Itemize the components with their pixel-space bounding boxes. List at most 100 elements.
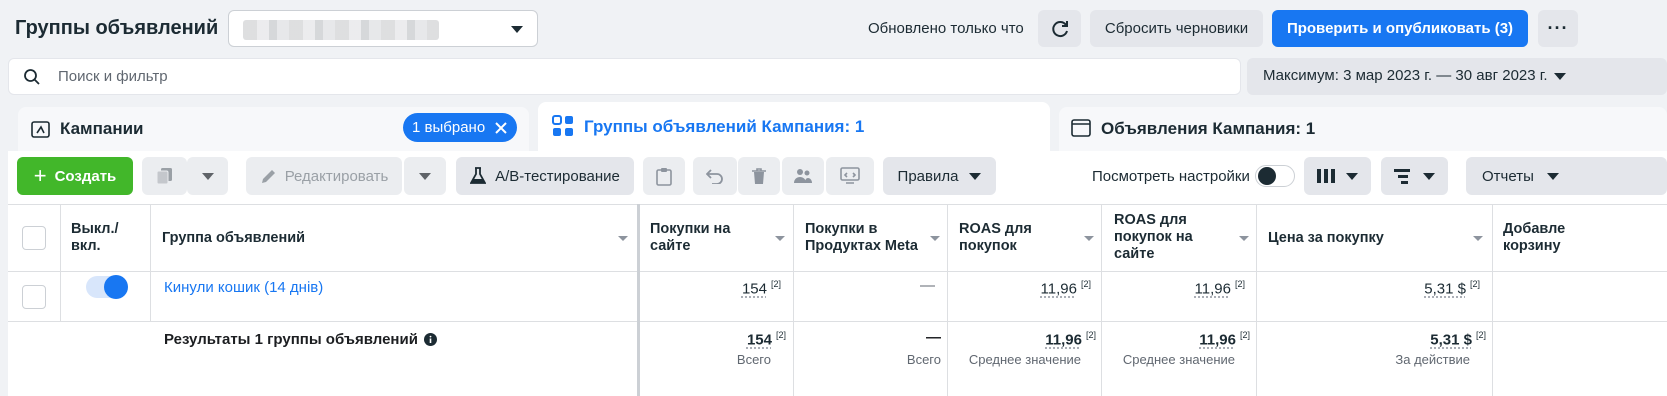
columns-icon [1317, 169, 1335, 183]
ab-test-label: A/B-тестирование [495, 167, 620, 185]
more-options-button[interactable]: ··· [1538, 10, 1578, 47]
tab-adsets[interactable]: Группы объявлений Кампания: 1 [538, 102, 1050, 151]
cell-roas-site: 11,96 [2] [1104, 279, 1245, 298]
search-icon [24, 69, 40, 85]
column-header-toggle[interactable]: Выкл./ вкл. [71, 221, 141, 255]
summary-label-text: Результаты 1 группы объявлений [164, 331, 418, 348]
footnote: [2] [770, 279, 781, 289]
table-divider [1492, 204, 1493, 396]
date-range-picker[interactable]: Максимум: 3 мар 2023 г. — 30 авг 2023 г. [1247, 58, 1667, 95]
column-header-add-to-cart[interactable]: Добавле корзину [1503, 221, 1583, 255]
sort-icon[interactable] [930, 236, 940, 241]
column-header-roas-purchases[interactable]: ROAS для покупок [959, 221, 1069, 255]
close-icon[interactable] [495, 121, 507, 134]
breakdown-button[interactable] [1381, 157, 1448, 195]
table-divider [8, 204, 1667, 205]
summary-roas-site: 11,96 [2] [1104, 330, 1250, 349]
view-settings-toggle[interactable] [1255, 165, 1295, 187]
column-header-cost-per-purchase[interactable]: Цена за покупку [1268, 230, 1384, 247]
summary-site-purchases-value[interactable]: 154 [747, 331, 772, 348]
search-filter-bar[interactable]: Поиск и фильтр [8, 58, 1241, 95]
tab-ads-label: Объявления Кампания: 1 [1101, 119, 1316, 138]
chevron-down-icon [201, 172, 214, 180]
chevron-down-icon [1346, 172, 1358, 180]
sort-icon[interactable] [1084, 236, 1094, 241]
reports-button[interactable]: Отчеты [1466, 157, 1667, 195]
edit-button[interactable]: Редактировать [246, 157, 402, 195]
audience-button[interactable] [782, 157, 824, 195]
duplicate-button[interactable] [142, 157, 187, 195]
selected-count-badge[interactable]: 1 выбрано [403, 113, 517, 142]
frozen-column-divider [637, 204, 640, 396]
tab-campaigns-label: Кампании [60, 119, 144, 138]
footnote: [2] [775, 330, 786, 340]
preview-button[interactable] [826, 157, 874, 195]
search-input[interactable]: Поиск и фильтр [58, 68, 168, 85]
cell-roas-purchases: 11,96 [2] [950, 279, 1091, 298]
create-button-label: Создать [54, 167, 117, 185]
create-button[interactable]: + Создать [17, 157, 133, 195]
table-divider [8, 271, 1667, 272]
pencil-icon [261, 169, 275, 183]
table-divider [60, 204, 61, 321]
roas-site-value[interactable]: 11,96 [1195, 280, 1231, 297]
sort-icon[interactable] [1473, 236, 1483, 241]
tab-adsets-label: Группы объявлений Кампания: 1 [584, 117, 865, 136]
toggle-knob [1258, 167, 1276, 185]
adset-name-link[interactable]: Кинули кошик (14 днів) [164, 279, 323, 296]
summary-meta-purchases-sub: Всего [906, 352, 941, 367]
column-header-name[interactable]: Группа объявлений [162, 230, 305, 247]
select-all-checkbox[interactable] [22, 226, 46, 250]
summary-roas-site-sub: Среднее значение [1122, 352, 1235, 367]
summary-cost-per-purchase-value[interactable]: 5,31 $ [1430, 331, 1472, 348]
summary-cost-per-purchase-sub: За действие [1395, 352, 1470, 367]
summary-meta-purchases-value: — [926, 329, 941, 346]
sort-icon[interactable] [1239, 236, 1249, 241]
summary-roas-purchases: 11,96 [2] [950, 330, 1096, 349]
undo-button[interactable] [693, 157, 737, 195]
footnote: [2] [1080, 279, 1091, 289]
delete-button[interactable] [738, 157, 780, 195]
undo-icon [706, 169, 723, 184]
edit-dropdown[interactable] [404, 157, 446, 195]
summary-roas-purchases-value[interactable]: 11,96 [1045, 331, 1082, 348]
toggle-knob [104, 275, 128, 299]
column-header-site-purchases[interactable]: Покупки на сайте [650, 221, 760, 255]
adsets-grid-icon [552, 115, 573, 136]
clipboard-button[interactable] [643, 157, 685, 195]
column-header-meta-purchases[interactable]: Покупки в Продуктах Meta [805, 221, 930, 255]
adset-on-off-toggle[interactable] [86, 275, 128, 299]
page-title: Группы объявлений [15, 17, 219, 39]
clipboard-icon [656, 167, 672, 186]
review-publish-button[interactable]: Проверить и опубликовать (3) [1272, 10, 1528, 47]
ab-test-button[interactable]: A/B-тестирование [456, 157, 634, 195]
footnote: [2] [1469, 279, 1480, 289]
summary-cost-per-purchase: 5,31 $ [2] [1259, 330, 1486, 349]
cost-per-purchase-value[interactable]: 5,31 $ [1424, 280, 1466, 297]
updated-status: Обновлено только что [868, 20, 1024, 37]
breakdown-icon [1394, 168, 1410, 184]
rules-button[interactable]: Правила [883, 157, 996, 195]
row-checkbox[interactable] [22, 285, 46, 309]
summary-site-purchases: 154 [2] [640, 330, 786, 349]
sort-icon[interactable] [775, 236, 785, 241]
columns-button[interactable] [1304, 157, 1371, 195]
duplicate-dropdown[interactable] [187, 157, 228, 195]
date-range-label: Максимум: 3 мар 2023 г. — 30 авг 2023 г. [1263, 67, 1548, 84]
table-divider [8, 321, 1667, 322]
table-divider [1101, 204, 1102, 396]
refresh-button[interactable] [1038, 10, 1081, 47]
tab-ads[interactable]: Объявления Кампания: 1 [1059, 107, 1667, 151]
info-icon[interactable] [423, 333, 437, 346]
chevron-down-icon [511, 26, 523, 33]
account-select[interactable] [228, 10, 538, 47]
sort-icon[interactable] [618, 236, 628, 241]
selected-count-label: 1 выбрано [412, 119, 486, 136]
reset-drafts-button[interactable]: Сбросить черновики [1090, 10, 1263, 47]
summary-roas-site-value[interactable]: 11,96 [1199, 331, 1236, 348]
roas-purchases-value[interactable]: 11,96 [1041, 280, 1077, 297]
table-divider [150, 204, 151, 321]
column-header-roas-site[interactable]: ROAS для покупок на сайте [1114, 212, 1224, 263]
chevron-down-icon [1423, 172, 1435, 180]
site-purchases-value[interactable]: 154 [742, 280, 767, 297]
